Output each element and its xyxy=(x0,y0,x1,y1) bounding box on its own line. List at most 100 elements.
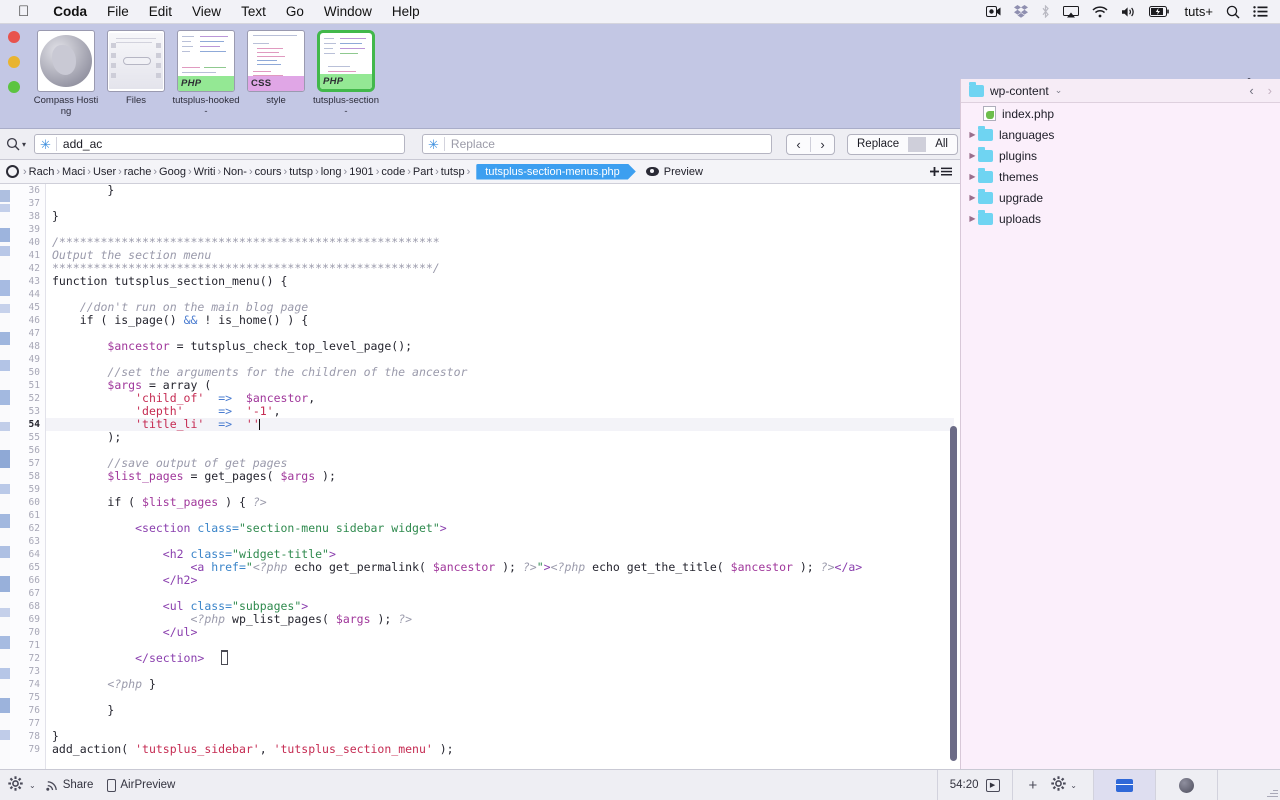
code-editor[interactable]: 36 37 38 39 40 41 42 43 44 45 46 47 48 49 50 51 52 53 54 55… xyxy=(0,184,960,775)
breadcrumb-item[interactable]: Non- xyxy=(223,166,247,178)
breadcrumb-root-icon[interactable] xyxy=(6,165,19,178)
code-line[interactable] xyxy=(46,665,954,678)
breadcrumb-item[interactable]: tutsp xyxy=(289,166,313,178)
tab-tutsplus-hooked[interactable]: PHP tutsplus-hooked- xyxy=(172,30,240,117)
gear-icon[interactable] xyxy=(8,776,23,794)
share-button[interactable]: Share xyxy=(42,779,98,791)
list-item[interactable]: ▶ upgrade xyxy=(961,187,1280,208)
find-next-button[interactable]: › xyxy=(811,137,834,152)
disclosure-triangle-icon[interactable]: ▶ xyxy=(967,172,978,181)
code-content[interactable]: }} /*************************************… xyxy=(46,184,954,775)
chevron-down-icon[interactable]: ⌄ xyxy=(29,781,36,790)
disclosure-triangle-icon[interactable]: ▶ xyxy=(967,214,978,223)
battery-charging-icon[interactable] xyxy=(1149,6,1171,17)
breadcrumb-item[interactable]: Writi xyxy=(194,166,216,178)
code-line[interactable]: <?php } xyxy=(46,678,954,691)
wildcard-icon[interactable]: ✳ xyxy=(35,138,56,151)
breadcrumb-item[interactable]: Part xyxy=(413,166,433,178)
code-line[interactable]: add_action( 'tutsplus_sidebar', 'tutsplu… xyxy=(46,743,954,756)
chevron-down-icon[interactable]: ⌄ xyxy=(1055,85,1063,96)
list-item[interactable]: index.php xyxy=(961,103,1280,124)
breadcrumb-item[interactable]: cours xyxy=(255,166,282,178)
run-icon[interactable]: ▶ xyxy=(985,778,1000,792)
editor-vertical-scrollbar[interactable] xyxy=(950,426,957,761)
remote-files-toggle[interactable] xyxy=(1156,769,1218,800)
code-line[interactable]: </ul> xyxy=(46,626,954,639)
editor-overview-ruler[interactable] xyxy=(0,184,10,775)
split-editor-button[interactable] xyxy=(930,167,960,176)
replace-input[interactable]: ✳ Replace xyxy=(422,134,772,154)
code-line[interactable]: if ( is_page() && ! is_home() ) { xyxy=(46,314,954,327)
breadcrumb-item[interactable]: Maci xyxy=(62,166,85,178)
airpreview-button[interactable]: AirPreview xyxy=(103,778,179,792)
back-button[interactable]: ‹ xyxy=(1249,83,1253,98)
gear-icon[interactable] xyxy=(1051,775,1066,795)
code-line[interactable]: } xyxy=(46,184,954,197)
find-options-button[interactable]: ▾ xyxy=(6,137,32,151)
breadcrumb-item[interactable]: Goog xyxy=(159,166,186,178)
apple-menu-icon[interactable]:  xyxy=(18,4,29,19)
tab-style[interactable]: CSS style xyxy=(242,30,310,106)
code-line[interactable] xyxy=(46,717,954,730)
find-previous-button[interactable]: ‹ xyxy=(787,137,810,152)
screen-record-icon[interactable] xyxy=(986,6,1001,17)
search-icon[interactable] xyxy=(1226,5,1240,19)
code-line[interactable]: </h2> xyxy=(46,574,954,587)
search-input[interactable]: ✳ add_ac xyxy=(34,134,405,154)
wifi-icon[interactable] xyxy=(1092,5,1108,18)
disclosure-triangle-icon[interactable]: ▶ xyxy=(967,151,978,160)
code-line[interactable]: <section class="section-menu sidebar wid… xyxy=(46,522,954,535)
wildcard-icon[interactable]: ✳ xyxy=(423,138,444,151)
dropbox-icon[interactable] xyxy=(1014,5,1029,18)
menu-window[interactable]: Window xyxy=(314,4,382,19)
code-line[interactable]: $list_pages = get_pages( $args ); xyxy=(46,470,954,483)
breadcrumb-item[interactable]: Rach xyxy=(29,166,55,178)
breadcrumb-item[interactable]: rache xyxy=(124,166,152,178)
code-line[interactable]: 'title_li' => '' xyxy=(46,418,954,431)
menu-help[interactable]: Help xyxy=(382,4,430,19)
breadcrumb-item[interactable]: long xyxy=(321,166,342,178)
tab-files[interactable]: Files xyxy=(102,30,170,106)
list-item[interactable]: ▶ uploads xyxy=(961,208,1280,229)
code-line[interactable] xyxy=(46,691,954,704)
replace-all-button[interactable]: All xyxy=(926,138,957,150)
disclosure-triangle-icon[interactable]: ▶ xyxy=(967,193,978,202)
menu-file[interactable]: File xyxy=(97,4,139,19)
menu-coda[interactable]: Coda xyxy=(43,4,97,19)
zoom-button[interactable] xyxy=(8,81,20,93)
code-line[interactable]: } xyxy=(46,210,954,223)
menu-text[interactable]: Text xyxy=(231,4,276,19)
code-line[interactable]: $ancestor = tutsplus_check_top_level_pag… xyxy=(46,340,954,353)
volume-icon[interactable] xyxy=(1121,6,1136,18)
breadcrumb-item[interactable]: code xyxy=(381,166,405,178)
file-browser-header[interactable]: wp-content ⌄ ‹ › xyxy=(961,79,1280,103)
local-files-toggle[interactable] xyxy=(1094,769,1156,800)
breadcrumb-current-file[interactable]: tutsplus-section-menus.php xyxy=(476,164,636,180)
code-line[interactable]: ); xyxy=(46,431,954,444)
code-line[interactable]: if ( $list_pages ) { ?> xyxy=(46,496,954,509)
list-item[interactable]: ▶ themes xyxy=(961,166,1280,187)
minimize-button[interactable] xyxy=(8,56,20,68)
breadcrumb-item[interactable]: User xyxy=(93,166,116,178)
control-center-icon[interactable] xyxy=(1253,6,1268,17)
list-item[interactable]: ▶ languages xyxy=(961,124,1280,145)
code-line[interactable] xyxy=(46,197,954,210)
code-line[interactable]: </section> xyxy=(46,652,954,665)
add-item-button[interactable]: + xyxy=(1029,777,1038,794)
list-item[interactable]: ▶ plugins xyxy=(961,145,1280,166)
tab-tutsplus-section[interactable]: PHP tutsplus-section- xyxy=(312,30,380,117)
replace-button[interactable]: Replace xyxy=(848,138,908,150)
code-line[interactable]: } xyxy=(46,704,954,717)
preview-toggle[interactable]: Preview xyxy=(645,166,703,178)
menu-view[interactable]: View xyxy=(182,4,231,19)
airplay-icon[interactable] xyxy=(1063,5,1080,18)
menu-edit[interactable]: Edit xyxy=(139,4,182,19)
tab-compass-hosting[interactable]: Compass Hosting xyxy=(32,30,100,117)
close-button[interactable] xyxy=(8,31,20,43)
bluetooth-icon[interactable] xyxy=(1041,5,1050,18)
breadcrumb-item[interactable]: 1901 xyxy=(349,166,373,178)
menu-go[interactable]: Go xyxy=(276,4,314,19)
breadcrumb-item[interactable]: tutsp xyxy=(441,166,465,178)
code-line[interactable]: function tutsplus_section_menu() { xyxy=(46,275,954,288)
account-name[interactable]: tuts+ xyxy=(1184,4,1213,19)
